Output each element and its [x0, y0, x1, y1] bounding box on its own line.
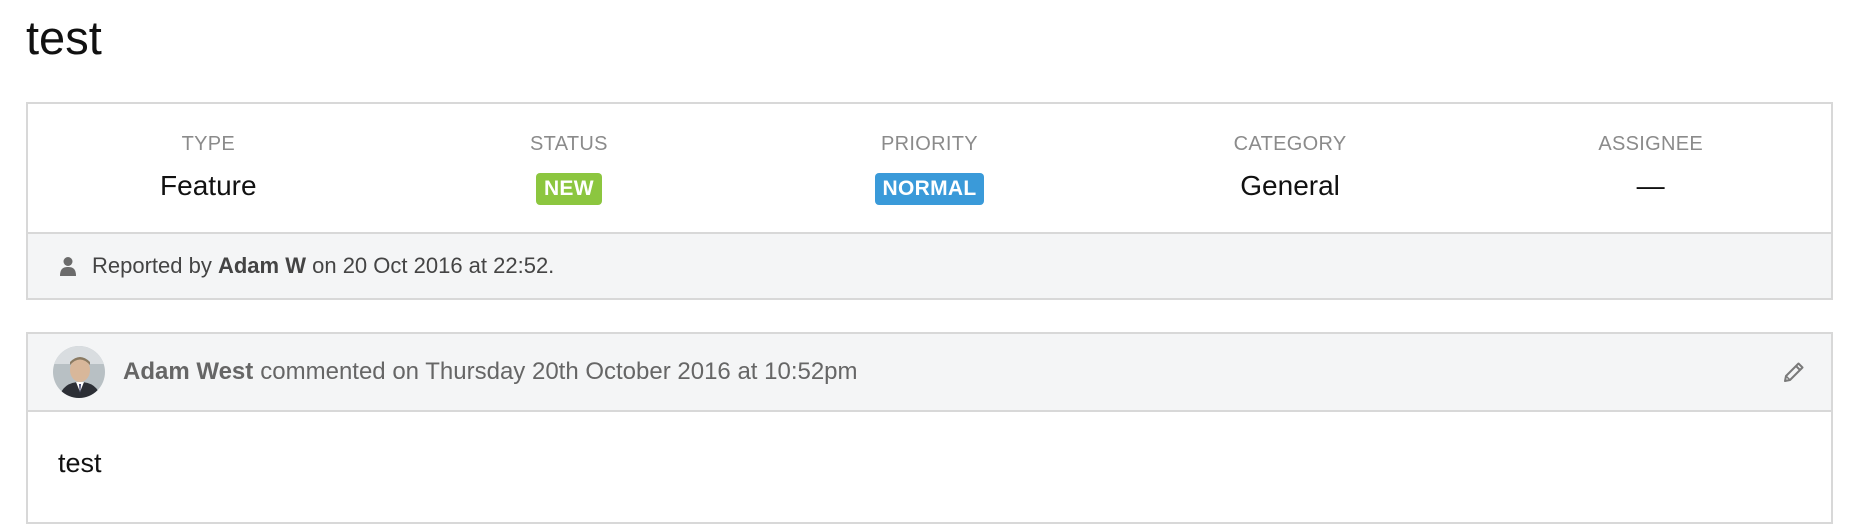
status-label: STATUS: [530, 133, 608, 155]
type-label: TYPE: [181, 133, 236, 155]
category-label: CATEGORY: [1233, 133, 1347, 155]
avatar[interactable]: [53, 346, 105, 398]
category-value: General: [1240, 170, 1340, 201]
status-badge: NEW: [535, 173, 602, 205]
priority-value-wrap: NORMAL: [749, 168, 1110, 205]
issue-meta-panel: TYPE Feature STATUS NEW PRIORITY NORMAL …: [26, 102, 1833, 300]
meta-category: CATEGORY General: [1110, 104, 1471, 204]
issue-meta-row: TYPE Feature STATUS NEW PRIORITY NORMAL …: [28, 104, 1831, 232]
priority-label: PRIORITY: [881, 133, 978, 155]
priority-badge: NORMAL: [874, 173, 985, 205]
page-title: test: [26, 11, 102, 64]
user-icon: [60, 256, 76, 276]
type-value: Feature: [160, 170, 257, 201]
comment-meta: commented on Thursday 20th October 2016 …: [260, 358, 858, 385]
meta-assignee: ASSIGNEE —: [1470, 104, 1831, 204]
assignee-label: ASSIGNEE: [1598, 133, 1703, 155]
comment-body: test: [58, 448, 102, 478]
comment: Adam West commented on Thursday 20th Oct…: [26, 332, 1833, 524]
reported-date: on 20 Oct 2016 at 22:52.: [312, 253, 555, 278]
assignee-value: —: [1636, 170, 1665, 201]
meta-status: STATUS NEW: [389, 104, 750, 205]
meta-type: TYPE Feature: [28, 104, 389, 204]
comment-header: Adam West commented on Thursday 20th Oct…: [28, 334, 1831, 412]
reported-by-bar: Reported by Adam W on 20 Oct 2016 at 22:…: [28, 232, 1831, 298]
meta-priority: PRIORITY NORMAL: [749, 104, 1110, 205]
pencil-icon[interactable]: [1782, 360, 1806, 384]
reported-prefix: Reported by: [92, 253, 212, 278]
issue-page: test TYPE Feature STATUS NEW PRIORITY NO…: [0, 0, 1858, 524]
status-value-wrap: NEW: [389, 168, 750, 205]
reporter-name[interactable]: Adam W: [218, 253, 306, 279]
comment-author[interactable]: Adam West: [123, 358, 253, 386]
